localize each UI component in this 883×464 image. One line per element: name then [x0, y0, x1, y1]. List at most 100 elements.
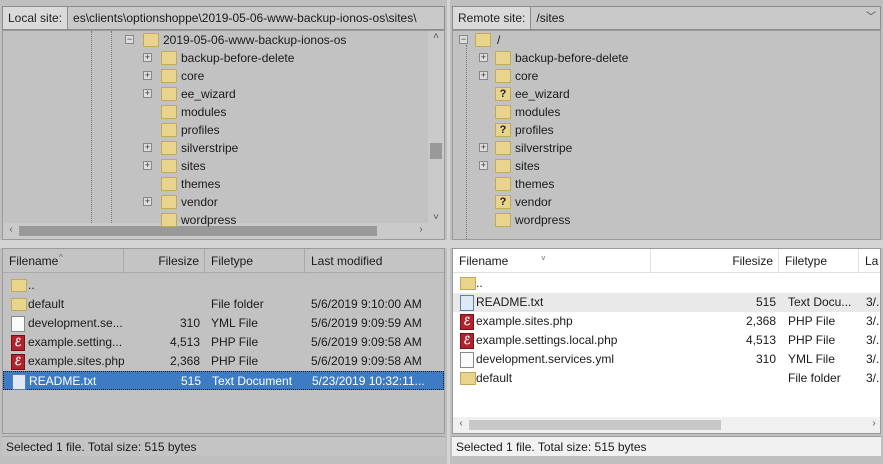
tree-node[interactable]: + sites: [479, 157, 779, 175]
tree-node[interactable]: wordpress: [479, 211, 779, 229]
tree-node[interactable]: + backup-before-delete: [479, 49, 779, 67]
tree-node-label: vendor: [515, 195, 552, 209]
folder-icon: [495, 51, 511, 65]
sort-ascending-icon: ^: [59, 253, 63, 262]
tree-node-root[interactable]: − 2019-05-06-www-backup-ionos-os: [125, 31, 425, 49]
column-filename[interactable]: Filename ^: [3, 249, 124, 273]
file-name: default: [28, 297, 65, 311]
file-type: File folder: [211, 297, 264, 311]
column-filename[interactable]: Filename ˅: [453, 249, 651, 273]
collapse-icon[interactable]: −: [125, 35, 134, 44]
tree-node[interactable]: + vendor: [143, 193, 443, 211]
file-row[interactable]: ℰexample.sites.php 2,368 PHP File 3/.: [453, 312, 880, 331]
tree-node[interactable]: + sites: [143, 157, 443, 175]
file-row[interactable]: ℰexample.settings.local.php 4,513 PHP File…: [453, 331, 880, 350]
tree-node[interactable]: ? profiles: [479, 121, 779, 139]
tree-node-label: sites: [515, 159, 540, 173]
local-site-path-combo[interactable]: es\clients\optionshoppe\2019-05-06-www-b…: [68, 6, 445, 30]
tree-node[interactable]: ? vendor: [479, 193, 779, 211]
file-row[interactable]: development.services.yml 310 YML File 3/.: [453, 350, 880, 369]
scroll-thumb[interactable]: [469, 420, 721, 430]
expand-icon[interactable]: +: [143, 197, 152, 206]
expand-icon[interactable]: +: [479, 161, 488, 170]
tree-node[interactable]: + ee_wizard: [143, 85, 443, 103]
file-modified: 3/.: [866, 371, 880, 385]
file-row[interactable]: ..: [3, 276, 444, 295]
remote-site-path[interactable]: /sites: [536, 11, 564, 25]
collapse-icon[interactable]: −: [459, 35, 468, 44]
local-directory-tree[interactable]: − 2019-05-06-www-backup-ionos-os ˄ ˅ ‹ ›…: [2, 30, 445, 240]
tree-node[interactable]: wordpress: [143, 211, 443, 229]
expand-icon[interactable]: +: [479, 71, 488, 80]
expand-icon[interactable]: +: [143, 53, 152, 62]
folder-icon: [161, 213, 177, 227]
tree-node-label: silverstripe: [181, 141, 239, 155]
tree-node[interactable]: modules: [143, 103, 443, 121]
expand-icon[interactable]: +: [479, 143, 488, 152]
column-filesize[interactable]: Filesize: [651, 249, 779, 273]
file-row[interactable]: README.txt 515 Text Document 5/23/2019 10:3…: [3, 371, 444, 390]
tree-node[interactable]: + silverstripe: [143, 139, 443, 157]
file-row[interactable]: README.txt 515 Text Docu... 3/.: [453, 293, 880, 312]
expand-icon[interactable]: +: [143, 71, 152, 80]
expand-icon[interactable]: +: [479, 53, 488, 62]
remote-list-hscrollbar[interactable]: ‹ ›: [453, 417, 880, 433]
local-splitter[interactable]: [0, 240, 447, 248]
tree-guide-line: [466, 45, 467, 239]
tree-node[interactable]: + silverstripe: [479, 139, 779, 157]
file-row[interactable]: ℰexample.sites.php 2,368 PHP File 5/6/2019 …: [3, 352, 444, 371]
column-last-modified[interactable]: Last modified: [305, 249, 444, 273]
tree-node[interactable]: + core: [479, 67, 779, 85]
text-file-icon: [460, 295, 474, 311]
local-site-path[interactable]: es\clients\optionshoppe\2019-05-06-www-b…: [73, 11, 417, 25]
remote-status-bar: Selected 1 file. Total size: 515 bytes: [452, 436, 881, 456]
tree-node[interactable]: profiles: [143, 121, 443, 139]
tree-node-root[interactable]: − /: [459, 31, 759, 49]
tree-node-label: wordpress: [515, 213, 571, 227]
tree-node[interactable]: + core: [143, 67, 443, 85]
remote-directory-tree[interactable]: − / + backup-before-delete + core? ee_wizard…: [452, 30, 881, 240]
file-name: example.setting...: [28, 335, 123, 349]
folder-icon: [495, 213, 511, 227]
file-row[interactable]: ..: [453, 274, 880, 293]
column-filetype[interactable]: Filetype: [205, 249, 305, 273]
text-file-icon: [12, 374, 26, 390]
tree-node-label: themes: [515, 177, 555, 191]
unknown-folder-icon: ?: [495, 195, 511, 209]
local-file-list[interactable]: Filename ^ Filesize Filetype Last modifi…: [2, 248, 445, 434]
expand-icon[interactable]: +: [143, 89, 152, 98]
tree-node[interactable]: + backup-before-delete: [143, 49, 443, 67]
file-size: 2,368: [169, 354, 200, 368]
file-row[interactable]: default File folder 3/.: [453, 369, 880, 388]
folder-icon: [460, 277, 476, 290]
remote-file-list[interactable]: Filename ˅ Filesize Filetype La ‹ › .. RE…: [452, 248, 881, 434]
file-row[interactable]: ℰexample.setting... 4,513 PHP File 5/6/2019…: [3, 333, 444, 352]
tree-node[interactable]: ? ee_wizard: [479, 85, 779, 103]
scroll-right-icon[interactable]: ›: [866, 418, 880, 429]
folder-icon: [161, 141, 177, 155]
file-size: 4,513: [169, 335, 200, 349]
file-size: 310: [179, 316, 200, 330]
file-type: PHP File: [211, 354, 259, 368]
chevron-down-icon[interactable]: ﹀: [866, 7, 876, 29]
tree-node[interactable]: themes: [479, 175, 779, 193]
remote-site-path-combo[interactable]: /sites ﹀: [531, 6, 881, 30]
scroll-left-icon[interactable]: ‹: [453, 418, 469, 429]
tree-node-label: profiles: [181, 123, 220, 137]
column-last-modified[interactable]: La: [859, 249, 880, 273]
expand-icon[interactable]: +: [143, 143, 152, 152]
remote-splitter[interactable]: [450, 240, 883, 248]
scroll-up-icon[interactable]: ˄: [428, 31, 444, 42]
file-row[interactable]: default File folder 5/6/2019 9:10:00 AM: [3, 295, 444, 314]
tree-node-label: modules: [181, 105, 227, 119]
tree-node[interactable]: themes: [143, 175, 443, 193]
column-filesize-label: Filesize: [732, 254, 773, 268]
expand-icon[interactable]: +: [143, 161, 152, 170]
tree-node-label: profiles: [515, 123, 554, 137]
column-filesize[interactable]: Filesize: [124, 249, 205, 273]
scroll-left-icon[interactable]: ‹: [3, 224, 19, 235]
file-row[interactable]: development.se... 310 YML File 5/6/2019 9:0…: [3, 314, 444, 333]
folder-icon: [161, 195, 177, 209]
column-filetype[interactable]: Filetype: [779, 249, 859, 273]
tree-node[interactable]: modules: [479, 103, 779, 121]
